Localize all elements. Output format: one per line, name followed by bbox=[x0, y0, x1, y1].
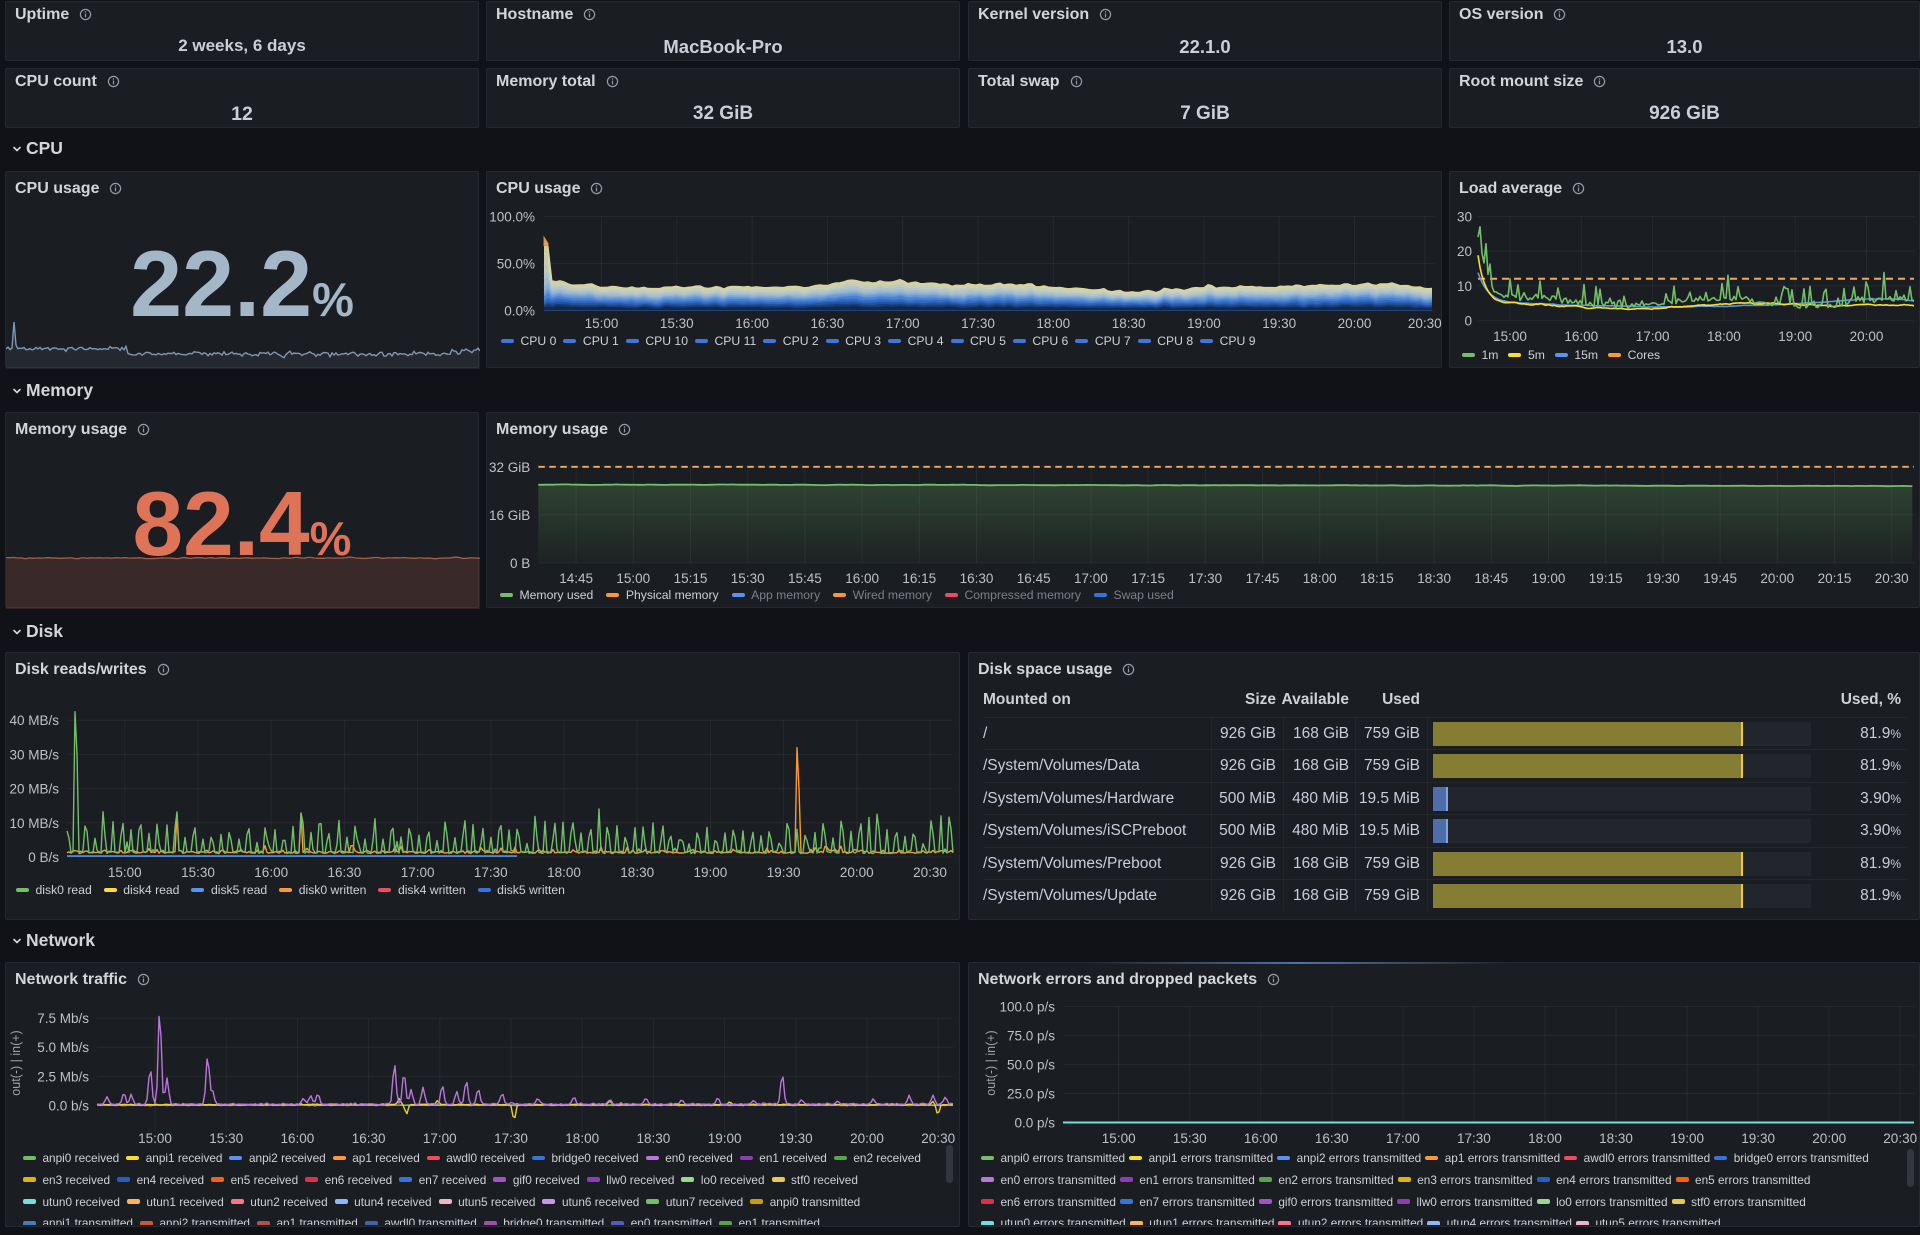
svg-text:19:30: 19:30 bbox=[767, 865, 801, 880]
svg-text:32 GiB: 32 GiB bbox=[489, 460, 530, 475]
svg-text:10: 10 bbox=[1457, 279, 1472, 294]
svg-text:17:00: 17:00 bbox=[886, 316, 920, 331]
svg-text:18:30: 18:30 bbox=[637, 1131, 671, 1146]
svg-text:18:30: 18:30 bbox=[1599, 1131, 1633, 1146]
svg-text:19:00: 19:00 bbox=[1187, 316, 1221, 331]
svg-text:20 MB/s: 20 MB/s bbox=[9, 782, 59, 797]
svg-text:19:30: 19:30 bbox=[779, 1131, 813, 1146]
svg-text:0.0 p/s: 0.0 p/s bbox=[1014, 1116, 1055, 1131]
svg-text:0.0 b/s: 0.0 b/s bbox=[48, 1098, 89, 1113]
svg-text:16:00: 16:00 bbox=[735, 316, 769, 331]
svg-text:18:30: 18:30 bbox=[1112, 316, 1146, 331]
svg-text:16:30: 16:30 bbox=[811, 316, 845, 331]
svg-text:20:00: 20:00 bbox=[1812, 1131, 1846, 1146]
svg-text:0 B: 0 B bbox=[510, 556, 530, 571]
svg-text:19:30: 19:30 bbox=[1741, 1131, 1775, 1146]
svg-text:18:00: 18:00 bbox=[547, 865, 581, 880]
svg-text:15:30: 15:30 bbox=[181, 865, 215, 880]
svg-text:17:30: 17:30 bbox=[1457, 1131, 1491, 1146]
svg-text:15:30: 15:30 bbox=[1173, 1131, 1207, 1146]
svg-text:2.5 Mb/s: 2.5 Mb/s bbox=[37, 1069, 89, 1084]
svg-text:17:00: 17:00 bbox=[401, 865, 435, 880]
svg-text:16:00: 16:00 bbox=[254, 865, 288, 880]
svg-text:15:00: 15:00 bbox=[138, 1131, 172, 1146]
svg-text:18:00: 18:00 bbox=[1707, 329, 1741, 344]
svg-text:100.0 p/s: 100.0 p/s bbox=[999, 999, 1055, 1014]
svg-text:7.5 Mb/s: 7.5 Mb/s bbox=[37, 1011, 89, 1026]
svg-text:17:30: 17:30 bbox=[961, 316, 995, 331]
svg-text:20:00: 20:00 bbox=[1850, 329, 1884, 344]
svg-text:17:00: 17:00 bbox=[423, 1131, 457, 1146]
svg-text:0: 0 bbox=[1464, 313, 1472, 328]
svg-text:15:00: 15:00 bbox=[1493, 329, 1527, 344]
svg-text:20:00: 20:00 bbox=[840, 865, 874, 880]
svg-text:19:00: 19:00 bbox=[694, 865, 728, 880]
svg-text:18:00: 18:00 bbox=[565, 1131, 599, 1146]
svg-text:20:30: 20:30 bbox=[921, 1131, 955, 1146]
svg-text:15:00: 15:00 bbox=[1102, 1131, 1136, 1146]
svg-text:0.0%: 0.0% bbox=[504, 304, 535, 319]
svg-text:17:00: 17:00 bbox=[1636, 329, 1670, 344]
svg-text:20: 20 bbox=[1457, 244, 1472, 259]
svg-text:18:00: 18:00 bbox=[1036, 316, 1070, 331]
svg-text:0 B/s: 0 B/s bbox=[28, 850, 59, 865]
svg-text:30: 30 bbox=[1457, 210, 1472, 225]
svg-text:20:30: 20:30 bbox=[1408, 316, 1442, 331]
svg-text:20:30: 20:30 bbox=[1883, 1131, 1917, 1146]
svg-text:16:00: 16:00 bbox=[1244, 1131, 1278, 1146]
svg-text:16:30: 16:30 bbox=[328, 865, 362, 880]
svg-text:17:30: 17:30 bbox=[494, 1131, 528, 1146]
svg-text:15:30: 15:30 bbox=[660, 316, 694, 331]
svg-text:16:30: 16:30 bbox=[352, 1131, 386, 1146]
svg-text:18:00: 18:00 bbox=[1528, 1131, 1562, 1146]
svg-text:17:30: 17:30 bbox=[474, 865, 508, 880]
svg-text:19:00: 19:00 bbox=[708, 1131, 742, 1146]
svg-text:20:00: 20:00 bbox=[850, 1131, 884, 1146]
svg-text:5.0 Mb/s: 5.0 Mb/s bbox=[37, 1040, 89, 1055]
svg-text:15:30: 15:30 bbox=[209, 1131, 243, 1146]
svg-text:16:30: 16:30 bbox=[1315, 1131, 1349, 1146]
svg-text:16:00: 16:00 bbox=[1564, 329, 1598, 344]
svg-text:19:00: 19:00 bbox=[1778, 329, 1812, 344]
svg-text:40 MB/s: 40 MB/s bbox=[9, 713, 59, 728]
svg-text:16 GiB: 16 GiB bbox=[489, 508, 530, 523]
svg-text:20:00: 20:00 bbox=[1338, 316, 1372, 331]
svg-text:50.0 p/s: 50.0 p/s bbox=[1007, 1057, 1055, 1072]
svg-text:out(-) | in(+): out(-) | in(+) bbox=[984, 1030, 998, 1095]
svg-text:19:00: 19:00 bbox=[1670, 1131, 1704, 1146]
svg-text:100.0%: 100.0% bbox=[489, 209, 535, 224]
svg-text:18:30: 18:30 bbox=[620, 865, 654, 880]
svg-text:25.0 p/s: 25.0 p/s bbox=[1007, 1087, 1055, 1102]
svg-text:15:00: 15:00 bbox=[585, 316, 619, 331]
svg-text:15:00: 15:00 bbox=[108, 865, 142, 880]
svg-text:30 MB/s: 30 MB/s bbox=[9, 747, 59, 762]
svg-text:50.0%: 50.0% bbox=[497, 256, 535, 271]
svg-text:10 MB/s: 10 MB/s bbox=[9, 816, 59, 831]
svg-text:20:30: 20:30 bbox=[913, 865, 947, 880]
svg-text:out(-) | in(+): out(-) | in(+) bbox=[9, 1030, 23, 1095]
svg-text:16:00: 16:00 bbox=[281, 1131, 315, 1146]
svg-text:75.0 p/s: 75.0 p/s bbox=[1007, 1028, 1055, 1043]
svg-text:17:00: 17:00 bbox=[1386, 1131, 1420, 1146]
svg-text:19:30: 19:30 bbox=[1262, 316, 1296, 331]
